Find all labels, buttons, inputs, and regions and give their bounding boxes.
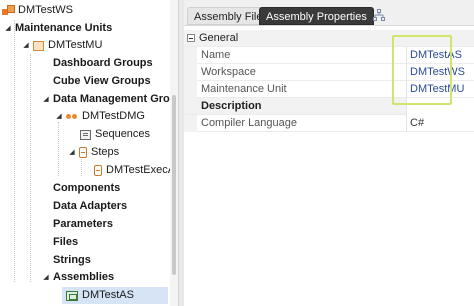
workspace-icon	[2, 5, 15, 16]
tree-node-maintenance-unit[interactable]: ◢ DMTestMU	[22, 37, 102, 54]
tree-node-label: DMTestAS	[82, 289, 134, 301]
collapse-icon[interactable]	[187, 34, 195, 42]
tree-panel: DMTestWS ◢ Maintenance Units ◢ DMTestMU …	[0, 0, 178, 306]
category-general[interactable]: General	[184, 30, 474, 47]
step-icon	[94, 165, 102, 176]
tree-node-label: Assemblies	[53, 271, 115, 283]
row-gutter	[184, 81, 197, 98]
tree-node-label: Strings	[53, 254, 91, 266]
tree-node-strings[interactable]: Strings	[53, 252, 91, 269]
expanded-arrow-icon[interactable]: ◢	[4, 20, 12, 37]
tab-bar: Assembly Files Assembly Properties	[184, 0, 474, 26]
property-row-workspace[interactable]: Workspace DMTestWS	[184, 64, 474, 81]
tree-node-files[interactable]: Files	[53, 234, 78, 251]
tree-node-label: Data Management Groups	[53, 93, 178, 105]
tree-node-label: Parameters	[53, 218, 113, 230]
property-value[interactable]: C#	[406, 115, 474, 132]
tree-node-label: Files	[53, 236, 79, 248]
tree-node-assembly-selected[interactable]: DMTestAS	[62, 287, 168, 304]
property-row-maintenance-unit[interactable]: Maintenance Unit DMTestMU	[184, 81, 474, 98]
tree-node-assemblies[interactable]: ◢ Assemblies	[42, 269, 114, 286]
scrollbar-thumb[interactable]	[172, 95, 176, 275]
property-value[interactable]: DMTestMU	[406, 81, 474, 98]
expanded-arrow-icon[interactable]: ◢	[42, 91, 50, 108]
expanded-arrow-icon[interactable]: ◢	[22, 37, 30, 54]
tree-node-label: Components	[53, 182, 121, 194]
tree-scrollbar[interactable]	[170, 0, 178, 306]
category-label: General	[199, 32, 239, 44]
tree-node-label: DMTestMU	[48, 39, 103, 51]
tree-node-step-item[interactable]: DMTestExecASE	[94, 162, 178, 179]
property-label: Compiler Language	[201, 117, 298, 129]
expanded-arrow-icon[interactable]: ◢	[55, 108, 63, 125]
tree-node-label: Steps	[91, 146, 120, 158]
dm-group-icon	[66, 113, 78, 121]
tree-node-label: Cube View Groups	[53, 75, 151, 87]
sitemap-icon[interactable]	[373, 9, 385, 21]
tree-node-parameters[interactable]: Parameters	[53, 216, 113, 233]
property-row-compiler-language[interactable]: Compiler Language C#	[184, 115, 474, 132]
category-label: Description	[201, 100, 262, 112]
assembly-icon	[66, 290, 78, 301]
property-value[interactable]: DMTestAS	[406, 47, 474, 64]
properties-panel: Assembly Files Assembly Properties Gener…	[184, 0, 474, 306]
tree-node-label: DMTestDMG	[82, 110, 145, 122]
property-label: Maintenance Unit	[201, 83, 287, 95]
tree-node-steps[interactable]: ◢ Steps	[68, 144, 119, 161]
tab-assembly-properties[interactable]: Assembly Properties	[259, 7, 374, 25]
expanded-arrow-icon[interactable]: ◢	[42, 269, 50, 286]
row-gutter	[184, 115, 197, 132]
row-gutter	[184, 64, 197, 81]
category-description[interactable]: Description	[184, 98, 474, 115]
tree-node-label: DMTestExecASE	[106, 164, 178, 176]
steps-icon	[79, 147, 87, 158]
tree-node-data-management-groups[interactable]: ◢ Data Management Groups	[42, 91, 178, 108]
property-label: Name	[201, 49, 231, 61]
property-value[interactable]: DMTestWS	[406, 64, 474, 81]
tree-node-label: DMTestWS	[18, 4, 73, 16]
row-gutter	[184, 47, 197, 64]
tree-node-dm-group[interactable]: ◢ DMTestDMG	[55, 108, 145, 125]
tree-node-workspace[interactable]: DMTestWS	[2, 2, 73, 19]
tree-node-label: Sequences	[95, 128, 151, 140]
tree-node-label: Dashboard Groups	[53, 57, 153, 69]
tree-node-components[interactable]: Components	[53, 180, 120, 197]
tree-node-maintenance-units[interactable]: ◢ Maintenance Units	[4, 20, 112, 37]
tree-node-data-adapters[interactable]: Data Adapters	[53, 198, 127, 215]
sequences-icon	[80, 129, 91, 140]
property-row-name[interactable]: Name DMTestAS	[184, 47, 474, 64]
property-value-empty	[406, 98, 474, 115]
tree-node-label: Maintenance Units	[15, 22, 113, 34]
tree-node-label: Data Adapters	[53, 200, 128, 212]
maintenance-unit-icon	[33, 40, 44, 51]
property-label: Workspace	[201, 66, 256, 78]
expanded-arrow-icon[interactable]: ◢	[68, 144, 76, 161]
tree-node-dashboard-groups[interactable]: Dashboard Groups	[53, 55, 153, 72]
tree-node-cube-view-groups[interactable]: Cube View Groups	[53, 73, 151, 90]
tree-node-sequences[interactable]: Sequences	[80, 126, 150, 143]
